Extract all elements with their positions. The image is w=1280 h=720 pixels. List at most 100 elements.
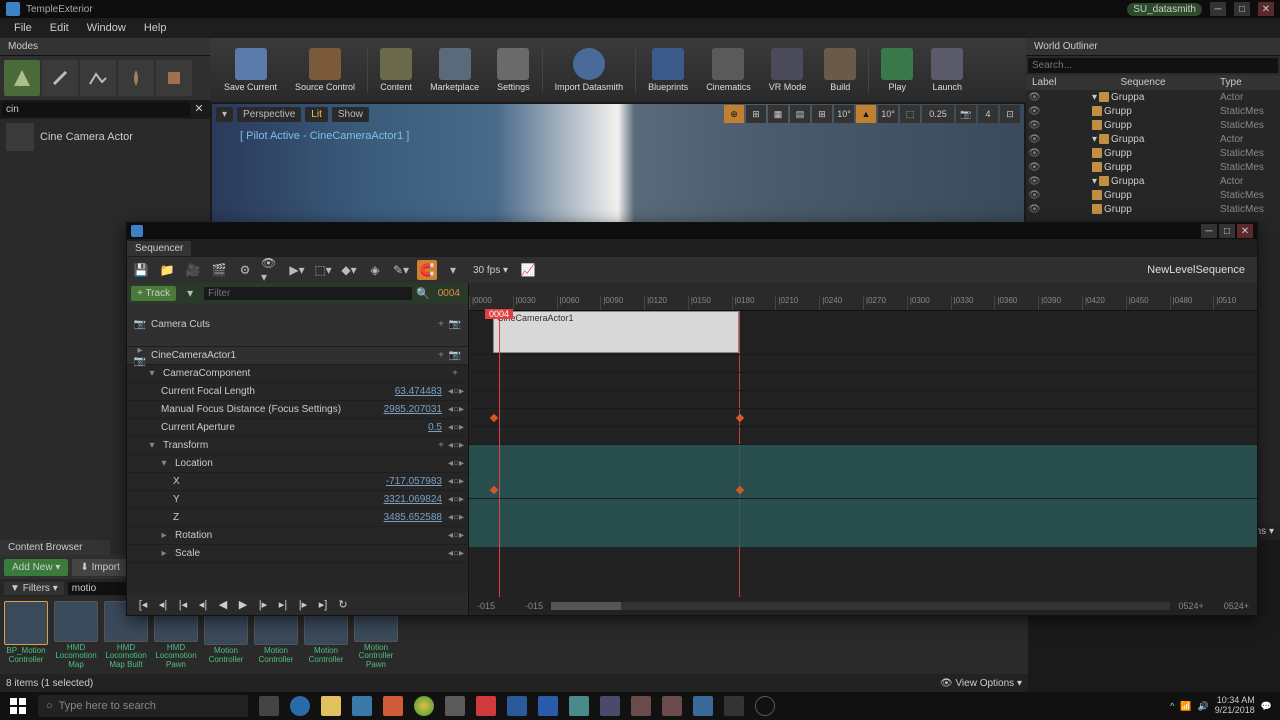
tb-app-icon[interactable] [595,692,625,720]
modes-tab[interactable]: Modes [0,38,210,56]
seq-filter-icon[interactable]: ▾ [180,283,200,303]
track-loc-x[interactable]: X -717.057983◂○▸ [127,473,468,491]
tb-explorer-icon[interactable] [316,692,346,720]
content-view-options[interactable]: 👁 View Options ▾ [940,678,1022,689]
track-scale[interactable]: ▸Scale◂○▸ [127,545,468,563]
seq-curve-icon[interactable]: 📈 [518,260,538,280]
tray-up-icon[interactable]: ^ [1170,701,1174,711]
tb-app-icon[interactable] [657,692,687,720]
outliner-tab[interactable]: World Outliner [1026,38,1280,56]
track-camera-cuts[interactable]: 📷Camera Cuts + 📷 [127,303,468,347]
track-focal-length[interactable]: Current Focal Length 63.474483 ◂○▸ [127,383,468,401]
outliner-row[interactable]: 👁GruppStaticMes [1026,146,1280,160]
tb-chrome-icon[interactable] [409,692,439,720]
tool-datasmith[interactable]: Import Datasmith [547,42,632,98]
outliner-row[interactable]: 👁▾GruppaActor [1026,90,1280,104]
tb-app-icon[interactable] [378,692,408,720]
seq-key-icon[interactable]: ◆▾ [339,260,359,280]
vp-menu-icon[interactable]: ▾ [216,107,233,122]
track-actor[interactable]: ▸📷CineCameraActor1 + 📷 [127,347,468,365]
modes-search-input[interactable] [2,102,190,117]
tool-launch[interactable]: Launch [923,42,971,98]
seq-minimize-button[interactable]: ─ [1201,224,1217,238]
minimize-button[interactable]: ─ [1210,2,1226,16]
menu-help[interactable]: Help [136,20,175,36]
play-frame-fwd-icon[interactable]: |▸ [255,596,271,612]
vp-grid-toggle[interactable]: ⊞ [812,105,832,123]
track-loc-y[interactable]: Y 3321.069824◂○▸ [127,491,468,509]
tool-settings[interactable]: Settings [489,42,538,98]
track-transform[interactable]: ▾Transform +◂○▸ [127,437,468,455]
seq-fps[interactable]: 30 fps ▾ [469,265,512,276]
track-aperture[interactable]: Current Aperture 0.5 ◂○▸ [127,419,468,437]
tool-save[interactable]: Save Current [216,42,285,98]
seq-autokey-icon[interactable]: ◈ [365,260,385,280]
seq-snap-icon[interactable]: 🧲 [417,260,437,280]
vp-maximize-icon[interactable]: ⊡ [1000,105,1020,123]
vp-angle-icon[interactable]: ▲ [856,105,876,123]
track-filter-input[interactable] [204,287,412,300]
tray-network-icon[interactable]: 📶 [1180,701,1191,712]
menu-file[interactable]: File [6,20,40,36]
play-step-fwd-icon[interactable]: ▸| [275,596,291,612]
seq-snap-opts-icon[interactable]: ▾ [443,260,463,280]
seq-options-icon[interactable]: ⚙ [235,260,255,280]
maximize-button[interactable]: □ [1234,2,1250,16]
seq-edit-icon[interactable]: ✎▾ [391,260,411,280]
seq-render-icon[interactable]: 🎬 [209,260,229,280]
vp-snap-grid-icon[interactable]: ▤ [790,105,810,123]
filters-button[interactable]: ▼ Filters ▾ [4,582,64,595]
add-icon[interactable]: + [434,440,448,451]
import-button[interactable]: ⬇ Import [72,559,128,576]
add-icon[interactable]: + [434,319,448,330]
seq-camera-icon[interactable]: 🎥 [183,260,203,280]
tray-volume-icon[interactable]: 🔊 [1198,701,1209,712]
vp-snap-scale[interactable]: 0.25 [922,105,954,123]
mode-foliage[interactable] [118,60,154,96]
seq-maximize-button[interactable]: □ [1219,224,1235,238]
play-loop-icon[interactable]: ↻ [335,596,351,612]
track-camera-component[interactable]: ▾CameraComponent + [127,365,468,383]
start-button[interactable] [0,692,36,720]
outliner-row[interactable]: 👁GruppStaticMes [1026,104,1280,118]
menu-window[interactable]: Window [79,20,134,36]
close-button[interactable]: ✕ [1258,2,1274,16]
range-end1[interactable]: 0524+ [1178,601,1203,611]
add-icon[interactable]: + [448,368,462,379]
tool-marketplace[interactable]: Marketplace [422,42,487,98]
menu-edit[interactable]: Edit [42,20,77,36]
clear-search-icon[interactable]: ✕ [190,102,208,117]
seq-search-icon[interactable]: 🔍 [416,287,430,300]
keyframe-icon[interactable] [490,414,498,422]
tb-app-icon[interactable] [471,692,501,720]
play-goto-start-icon[interactable]: [◂ [135,596,151,612]
track-focus-distance[interactable]: Manual Focus Distance (Focus Settings) 2… [127,401,468,419]
vp-show[interactable]: Show [332,107,369,122]
tb-store-icon[interactable] [347,692,377,720]
vp-transform-icon[interactable]: ⊕ [724,105,744,123]
track-location[interactable]: ▾Location◂○▸ [127,455,468,473]
seq-find-icon[interactable]: 📁 [157,260,177,280]
tool-source-control[interactable]: Source Control [287,42,363,98]
track-rotation[interactable]: ▸Rotation◂○▸ [127,527,468,545]
timeline-lanes[interactable]: CineCameraActor1 [469,311,1257,597]
outliner-row[interactable]: 👁GruppStaticMes [1026,188,1280,202]
tb-outlook-icon[interactable] [502,692,532,720]
vp-scale-icon[interactable]: ⬚ [900,105,920,123]
outliner-search-input[interactable] [1028,58,1278,73]
vp-perspective[interactable]: Perspective [237,107,301,122]
vp-lit[interactable]: Lit [305,107,328,122]
tray-clock[interactable]: 10:34 AM9/21/2018 [1215,696,1255,716]
content-browser-tab[interactable]: Content Browser [0,540,110,555]
range-end2[interactable]: 0524+ [1224,601,1249,611]
asset-item[interactable]: HMDLocomotionMap [54,601,98,670]
outliner-row[interactable]: 👁GruppStaticMes [1026,160,1280,174]
place-actor-item[interactable]: Cine Camera Actor [0,119,210,155]
play-forward-icon[interactable]: ▶ [235,596,251,612]
vp-camspeed[interactable]: 4 [978,105,998,123]
mode-place[interactable] [4,60,40,96]
keyframe-icon[interactable] [490,486,498,494]
vp-snap-rot2[interactable]: 10° [878,105,898,123]
play-step-back-icon[interactable]: |◂ [175,596,191,612]
tool-blueprints[interactable]: Blueprints [640,42,696,98]
